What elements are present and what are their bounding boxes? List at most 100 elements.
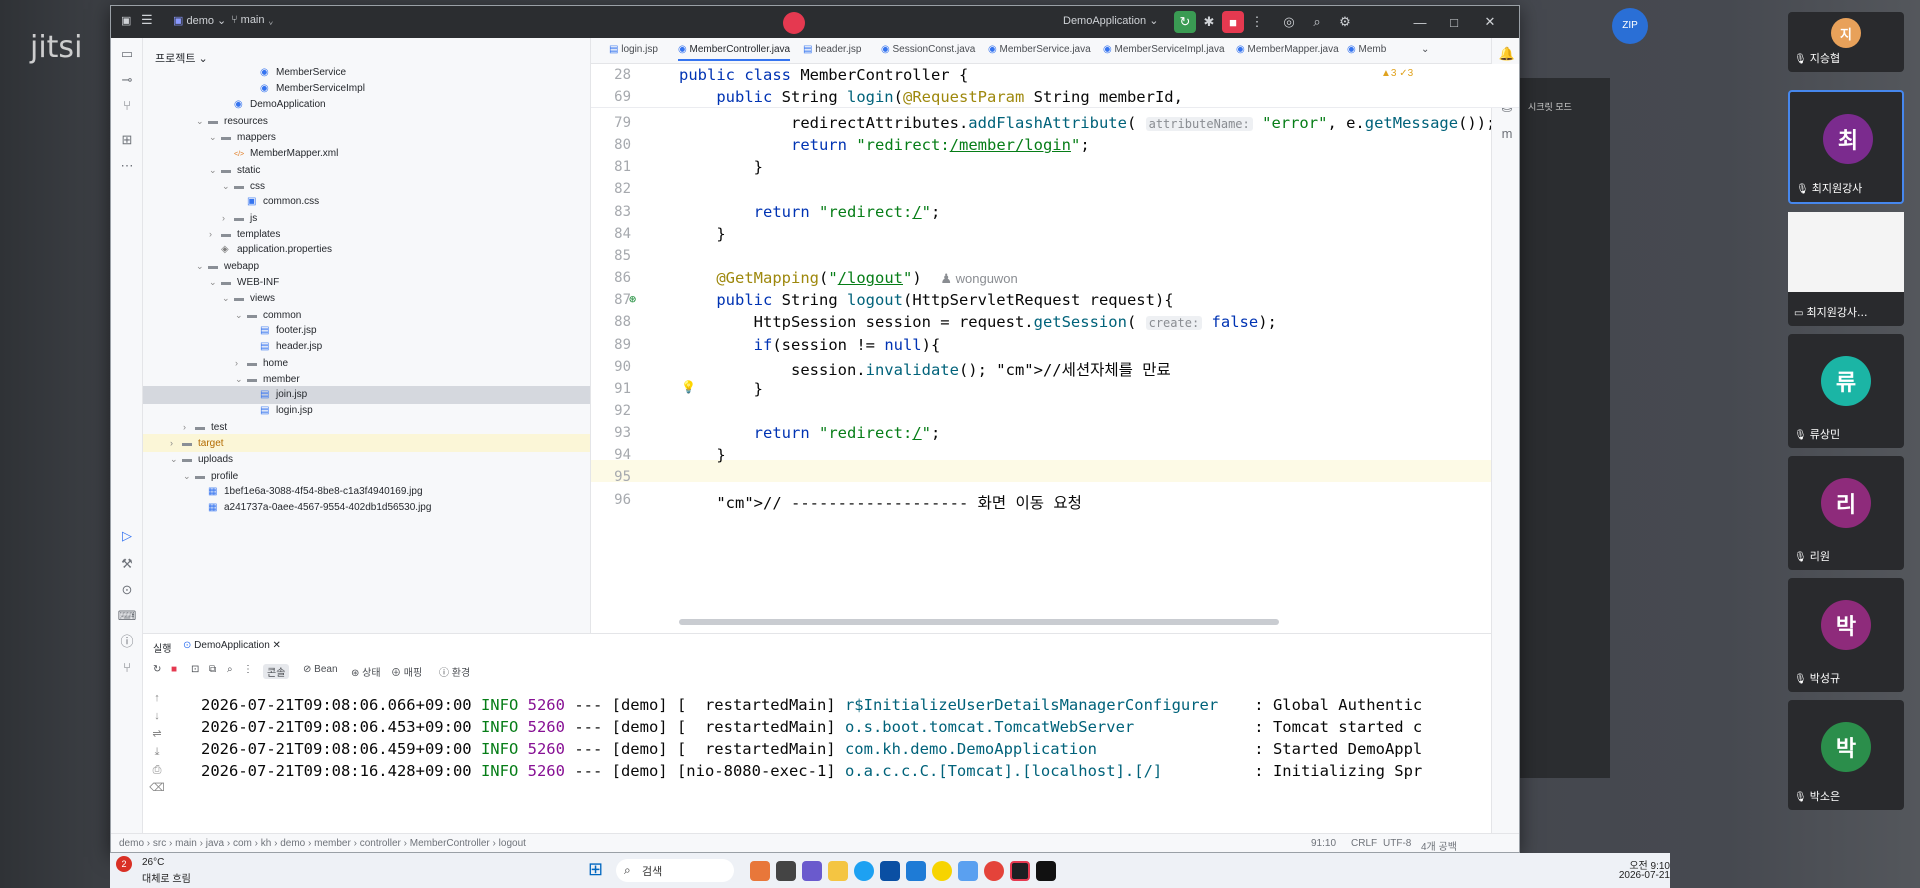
breadcrumb-item[interactable]: controller: [360, 838, 401, 849]
console-line[interactable]: 2026-07-21T09:08:06.459+09:00 INFO 5260 …: [201, 740, 1422, 758]
breadcrumb-item[interactable]: main: [175, 838, 197, 849]
file-encoding[interactable]: UTF-8: [1383, 838, 1411, 849]
editor-tab[interactable]: ◉ MemberMapper.java: [1236, 44, 1339, 55]
run-subtab[interactable]: ⓘ 환경: [439, 664, 470, 679]
run-subtab[interactable]: ⊕ 매핑: [391, 664, 422, 679]
code-line[interactable]: redirectAttributes.addFlashAttribute( at…: [679, 114, 1495, 132]
tabs-overflow-chevron-icon[interactable]: ⌄: [1421, 44, 1429, 55]
taskbar-search[interactable]: 검색: [616, 859, 734, 882]
run-config-tab[interactable]: ⊙ DemoApplication ✕: [183, 640, 281, 651]
kakaotalk-icon[interactable]: [932, 861, 952, 881]
code-line[interactable]: return "redirect:/";: [679, 203, 941, 221]
run-subtab[interactable]: ⊛ 상태: [351, 664, 381, 679]
notifications-icon[interactable]: 🔔: [1497, 44, 1517, 64]
weather-temp[interactable]: 26°C: [142, 857, 164, 868]
rerun-icon[interactable]: ↻: [1174, 11, 1196, 33]
scroll-up-icon[interactable]: ↑: [147, 689, 167, 707]
scroll-down-icon[interactable]: ↓: [147, 707, 167, 725]
main-menu-icon[interactable]: ☰: [141, 12, 153, 28]
breadcrumb-item[interactable]: demo: [119, 838, 144, 849]
breadcrumb-item[interactable]: java: [206, 838, 224, 849]
services-tool-icon[interactable]: ⊙: [117, 580, 137, 600]
maximize-icon[interactable]: □: [1443, 11, 1465, 33]
outlook-icon[interactable]: [906, 861, 926, 881]
code-line[interactable]: if(session != null){: [679, 336, 941, 354]
code-editor[interactable]: 28 public class MemberController { 69 pu…: [591, 64, 1519, 633]
indent-setting[interactable]: 4개 공백: [1421, 838, 1457, 852]
run-subtab[interactable]: ⊘ Bean: [303, 664, 338, 675]
editor-tab[interactable]: ◉ MemberService.java: [988, 44, 1091, 55]
print-icon[interactable]: ⎙: [147, 761, 167, 779]
code-line[interactable]: }: [679, 446, 725, 464]
build-tool-icon[interactable]: ⚒: [117, 554, 137, 574]
participant-tile[interactable]: 리 🎙 리원: [1788, 456, 1904, 570]
terminal-tool-icon[interactable]: ⌨: [117, 606, 137, 626]
participant-tile[interactable]: 박 🎙 박성규: [1788, 578, 1904, 692]
code-line[interactable]: }: [679, 158, 763, 176]
intellij-icon[interactable]: [1010, 861, 1030, 881]
close-icon[interactable]: ✕: [1479, 11, 1501, 33]
stop-small-icon[interactable]: ■: [171, 664, 177, 675]
rerun-small-icon[interactable]: ↻: [153, 664, 161, 675]
more-tools-icon[interactable]: ⋯: [117, 156, 137, 176]
commit-tool-icon[interactable]: ⊸: [117, 70, 137, 90]
find-icon[interactable]: ⌕: [227, 664, 233, 675]
soft-wrap-icon[interactable]: ⇌: [147, 725, 167, 743]
store-icon[interactable]: [880, 861, 900, 881]
ai-assistant-icon[interactable]: ◎: [1278, 11, 1300, 33]
code-line[interactable]: }: [679, 225, 725, 243]
console-output[interactable]: 2026-07-21T09:08:06.066+09:00 INFO 5260 …: [143, 684, 1491, 834]
console-line[interactable]: 2026-07-21T09:08:06.066+09:00 INFO 5260 …: [201, 696, 1422, 714]
pull-requests-icon[interactable]: ⑂: [117, 96, 137, 116]
breadcrumb-item[interactable]: demo: [280, 838, 305, 849]
breadcrumb-item[interactable]: com: [233, 838, 252, 849]
maven-icon[interactable]: m: [1497, 124, 1517, 144]
code-line[interactable]: "cm">// ------------------- 화면 이동 요청: [679, 491, 1082, 513]
background-browser-window[interactable]: 시크릿 모드: [1520, 78, 1610, 778]
breadcrumb-item[interactable]: member: [314, 838, 351, 849]
code-line[interactable]: @GetMapping("/logout") ♟ wonguwon: [679, 269, 1017, 287]
debug-icon[interactable]: ✱: [1198, 11, 1220, 33]
code-line[interactable]: HttpSession session = request.getSession…: [679, 313, 1277, 331]
project-switcher[interactable]: ▣ demo ⌄: [173, 14, 226, 27]
scroll-end-icon[interactable]: ⤓: [147, 743, 167, 761]
run-config-select[interactable]: DemoApplication ⌄: [1063, 14, 1158, 27]
participant-tile[interactable]: 지 🎙 지승협: [1788, 12, 1904, 72]
weather-desc[interactable]: 대체로 흐림: [142, 870, 191, 885]
breadcrumb-item[interactable]: src: [153, 838, 166, 849]
breadcrumb-item[interactable]: MemberController: [410, 838, 490, 849]
edge-icon[interactable]: [854, 861, 874, 881]
editor-tab[interactable]: ▤ header.jsp: [803, 44, 861, 55]
code-line[interactable]: public String logout(HttpServletRequest …: [679, 291, 1173, 309]
intention-bulb-icon[interactable]: 💡: [681, 380, 696, 394]
code-line[interactable]: session.invalidate(); "cm">//세션자체를 만료: [679, 358, 1171, 380]
file-explorer-icon[interactable]: [828, 861, 848, 881]
editor-tab[interactable]: ◉ Memb: [1347, 44, 1386, 55]
clear-icon[interactable]: ⌫: [147, 779, 167, 797]
screen-record-indicator[interactable]: [783, 12, 805, 34]
minimize-icon[interactable]: —: [1409, 11, 1431, 33]
git-tool-icon[interactable]: ⑂: [117, 658, 137, 678]
restore-icon[interactable]: ⧉: [209, 664, 216, 675]
line-separator[interactable]: CRLF: [1351, 838, 1377, 849]
tree-item[interactable]: ▦ a241737a-0aee-4567-9554-402db1d56530.jp…: [143, 499, 590, 517]
editor-tab[interactable]: ◉ MemberServiceImpl.java: [1103, 44, 1225, 55]
editor-tab[interactable]: ▤ login.jsp: [609, 44, 658, 55]
participant-tile[interactable]: ▭ 최지원강사...: [1788, 212, 1904, 326]
participant-tile[interactable]: 류 🎙 류상민: [1788, 334, 1904, 448]
caret-position[interactable]: 91:10: [1311, 838, 1336, 849]
problems-tool-icon[interactable]: ⓘ: [117, 632, 137, 652]
more-run-icon[interactable]: ⋮: [243, 664, 253, 675]
project-tool-icon[interactable]: ▭: [117, 44, 137, 64]
endpoint-gutter-icon[interactable]: ⊛: [629, 292, 636, 306]
teams-icon[interactable]: [802, 861, 822, 881]
stop-icon[interactable]: ■: [1222, 11, 1244, 33]
run-tool-icon[interactable]: ▷: [117, 526, 137, 546]
sticky-line[interactable]: public String login(@RequestParam String…: [679, 88, 1183, 106]
search-icon[interactable]: ⌕: [1306, 11, 1328, 33]
more-icon[interactable]: ⋮: [1246, 11, 1268, 33]
editor-tab[interactable]: ◉ MemberController.java: [678, 44, 791, 61]
windows-start-icon[interactable]: ⊞: [588, 859, 603, 880]
settings-gear-icon[interactable]: ⚙: [1334, 11, 1356, 33]
problems-indicator[interactable]: ▲3 ✓3: [1381, 68, 1413, 79]
